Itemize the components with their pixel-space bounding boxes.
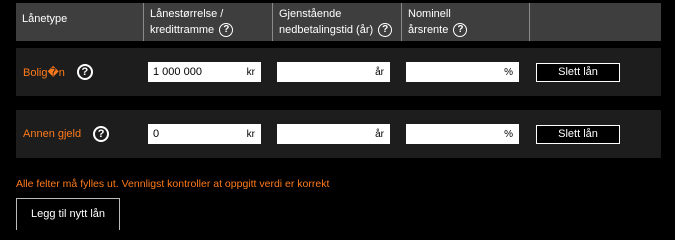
unit-label: %: [504, 66, 513, 78]
header-loan-type: Lånetype: [16, 3, 144, 41]
help-icon[interactable]: ?: [76, 64, 93, 80]
unit-label: kr: [246, 128, 255, 140]
unit-label: år: [375, 66, 384, 78]
remaining-term-cell: år: [273, 48, 402, 96]
delete-loan-button[interactable]: Slett lån: [536, 62, 620, 82]
nominal-rate-input[interactable]: %: [406, 124, 519, 144]
header-nominal-rate: Nominell årsrente ?: [402, 3, 530, 41]
actions-cell: Slett lån: [530, 110, 661, 158]
nominal-rate-cell: %: [402, 48, 530, 96]
remaining-term-input[interactable]: år: [277, 62, 390, 82]
unit-label: %: [504, 128, 513, 140]
loan-amount-cell: 0 kr: [144, 110, 273, 158]
loan-type-cell: Annen gjeld ?: [16, 110, 144, 158]
help-icon[interactable]: ?: [453, 23, 468, 38]
loan-amount-cell: 1 000 000 kr: [144, 48, 273, 96]
loan-amount-input[interactable]: 0 kr: [148, 124, 261, 144]
actions-cell: Slett lån: [530, 48, 661, 96]
loan-row: Bolig�n ? 1 000 000 kr år % Slett lån: [16, 48, 661, 96]
table-header: Lånetype Lånestørrelse / kredittramme ? …: [16, 3, 661, 41]
help-icon[interactable]: ?: [219, 23, 234, 38]
nominal-rate-cell: %: [402, 110, 530, 158]
remaining-term-cell: år: [273, 110, 402, 158]
loan-amount-input[interactable]: 1 000 000 kr: [148, 62, 261, 82]
help-icon[interactable]: ?: [93, 126, 110, 142]
header-loan-size: Lånestørrelse / kredittramme ?: [144, 3, 273, 41]
header-remaining-term: Gjenstående nedbetalingstid (år) ?: [273, 3, 402, 41]
add-loan-button[interactable]: Legg til nytt lån: [16, 198, 120, 230]
loan-row: Annen gjeld ? 0 kr år % Slett lån: [16, 110, 661, 158]
unit-label: år: [375, 128, 384, 140]
loan-type-cell: Bolig�n ?: [16, 48, 144, 96]
loan-type-label: Bolig�n: [23, 66, 65, 79]
header-actions: [530, 3, 661, 41]
nominal-rate-input[interactable]: %: [406, 62, 519, 82]
loan-type-label: Annen gjeld: [23, 128, 82, 140]
help-icon[interactable]: ?: [378, 23, 393, 38]
unit-label: kr: [246, 66, 255, 78]
delete-loan-button[interactable]: Slett lån: [536, 124, 620, 144]
validation-message: Alle felter må fylles ut. Vennligst kont…: [16, 178, 330, 190]
remaining-term-input[interactable]: år: [277, 124, 390, 144]
